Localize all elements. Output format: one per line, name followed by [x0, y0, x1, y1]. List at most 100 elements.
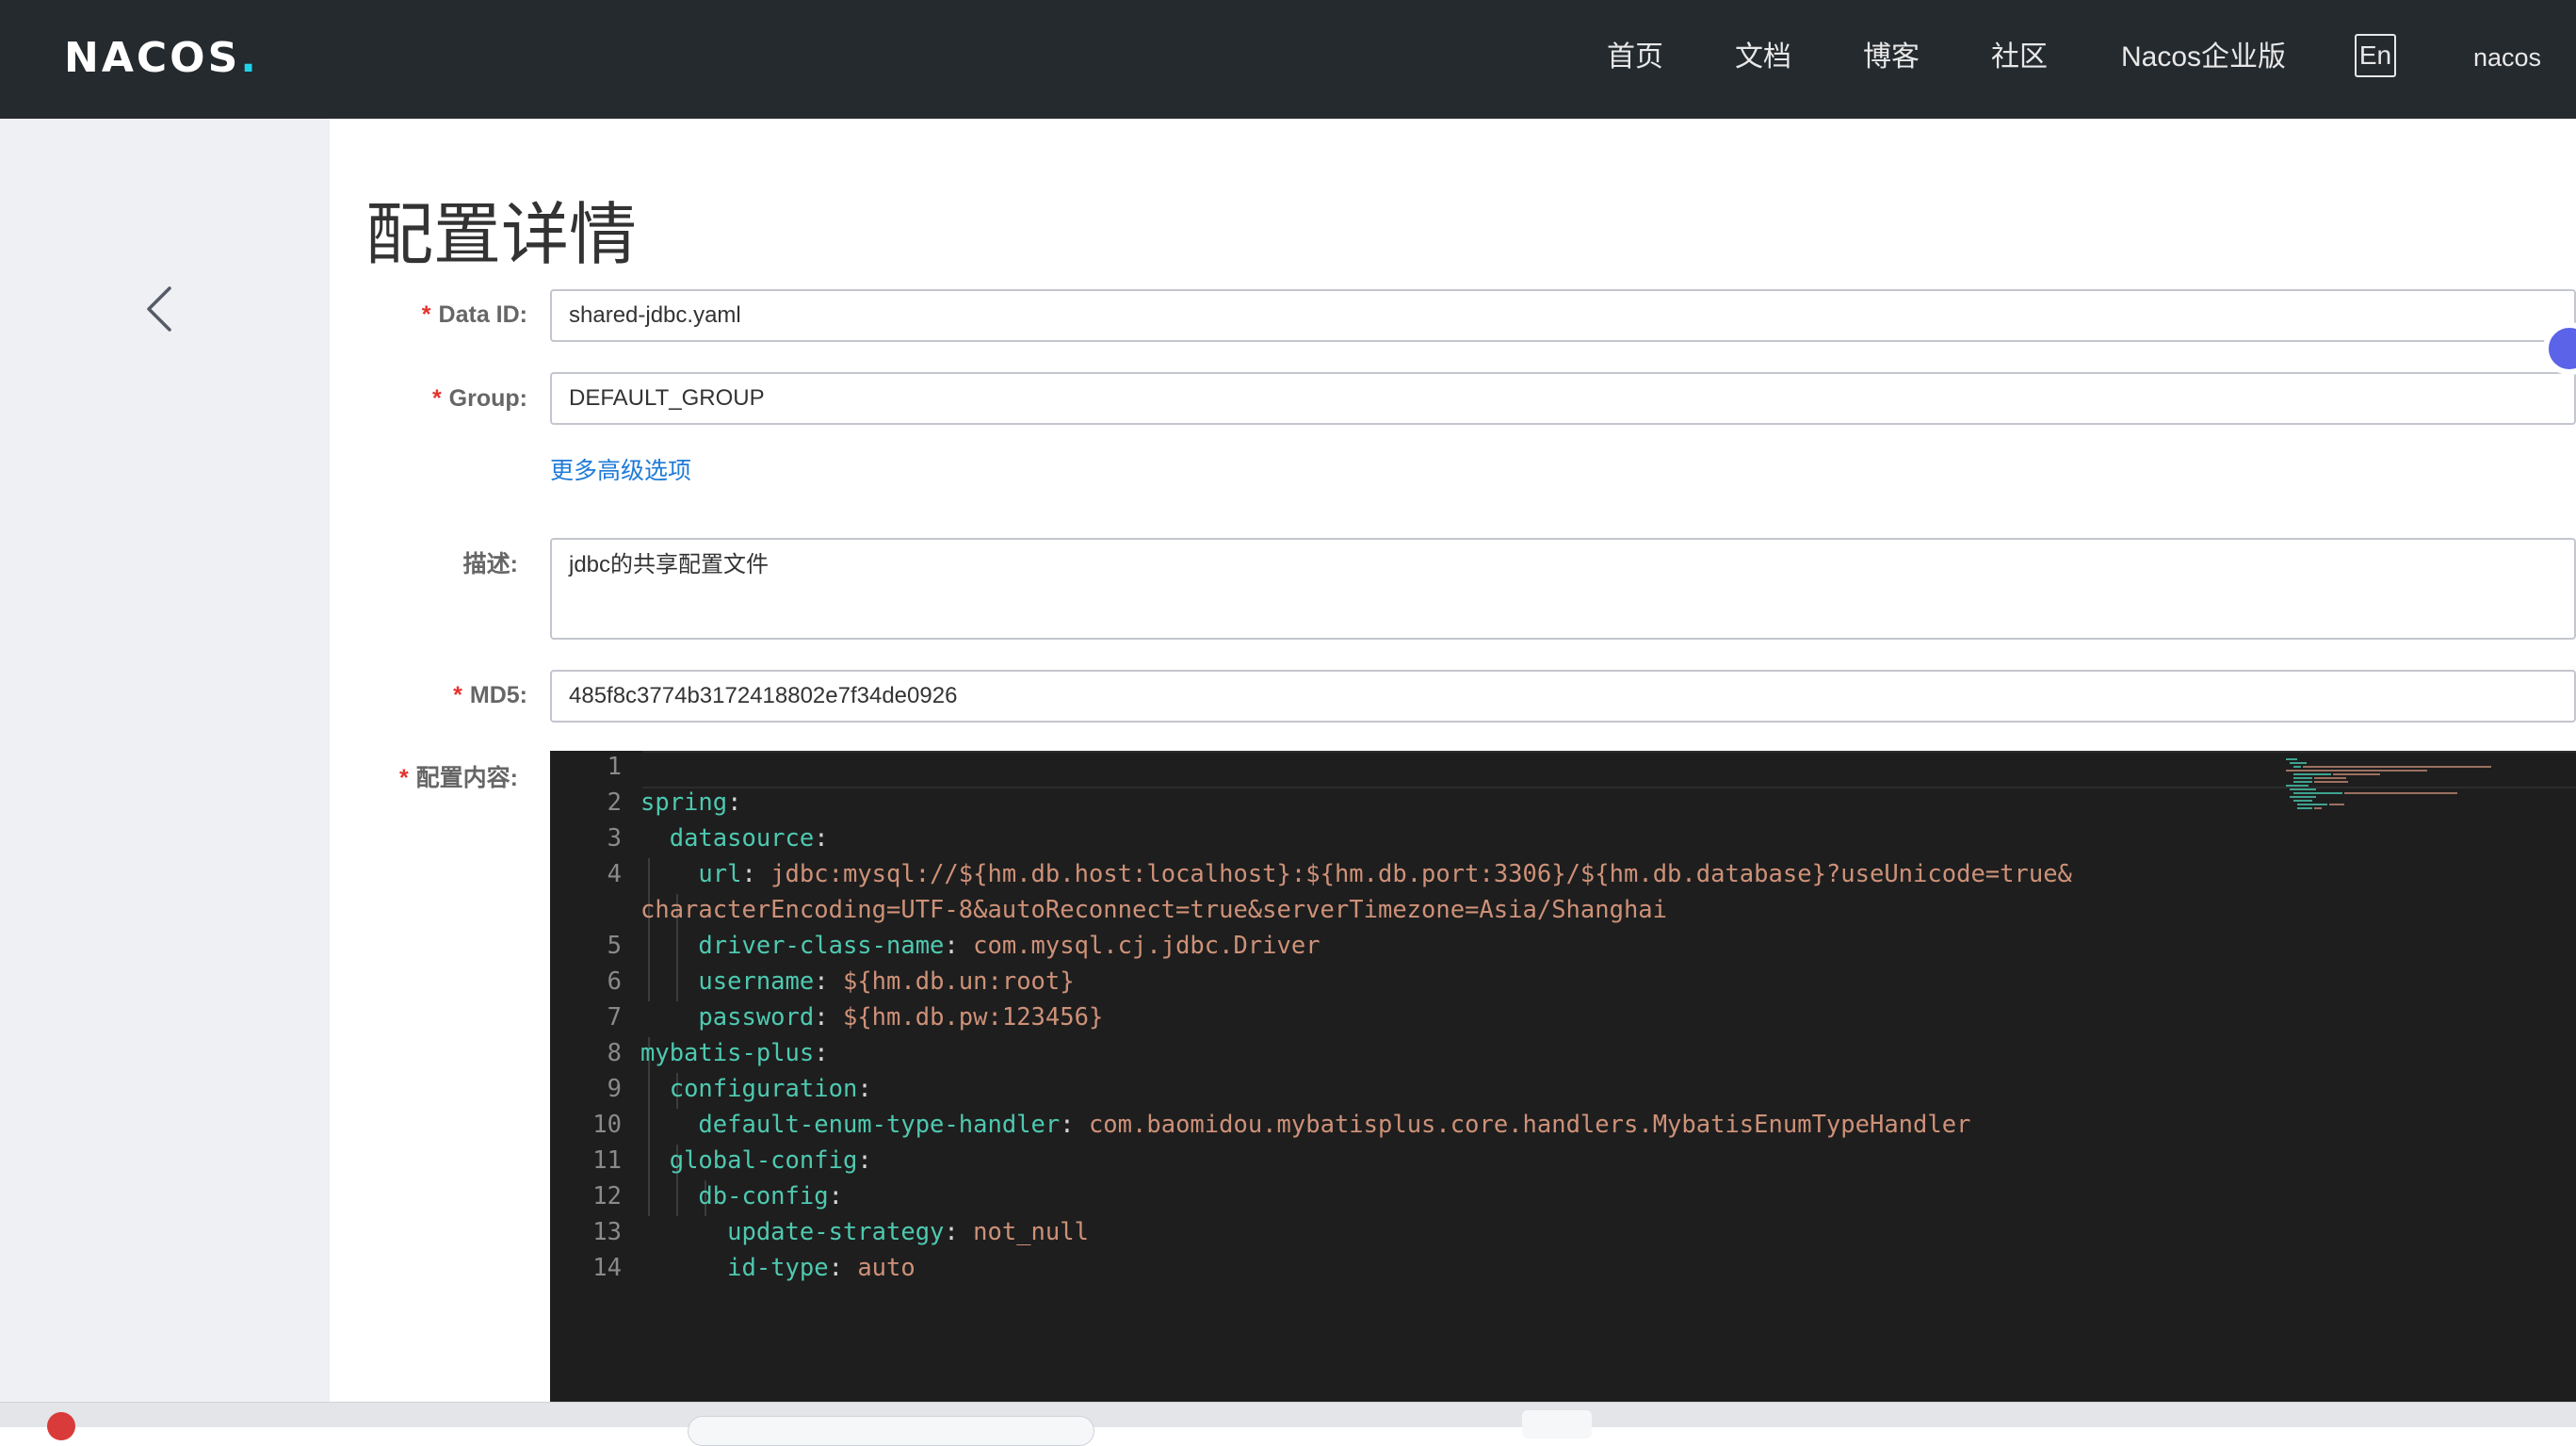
code-line: 11 global-config:	[550, 1143, 2576, 1178]
yaml-key: global-config	[669, 1146, 858, 1175]
code-text: spring:	[640, 785, 741, 820]
yaml-key: driver-class-name	[698, 932, 945, 960]
yaml-value: not_null	[973, 1218, 1089, 1246]
line-number: 7	[607, 1003, 622, 1032]
main-nav: 首页 文档 博客 社区 Nacos企业版 En nacos	[0, 0, 2576, 119]
line-number: 1	[607, 753, 622, 781]
yaml-colon: :	[828, 1182, 843, 1210]
nav-home[interactable]: 首页	[1607, 36, 1663, 79]
language-toggle-button[interactable]: En	[2355, 34, 2396, 77]
yaml-value: com.mysql.cj.jdbc.Driver	[973, 932, 1320, 960]
line-number: 9	[607, 1075, 622, 1103]
code-text: configuration:	[640, 1071, 872, 1107]
code-text: driver-class-name: com.mysql.cj.jdbc.Dri…	[640, 928, 1320, 964]
line-number: 8	[607, 1039, 622, 1067]
line-number: 4	[607, 860, 622, 888]
yaml-key: update-strategy	[727, 1218, 945, 1246]
code-text: id-type: auto	[640, 1250, 915, 1286]
md5-field[interactable]: 485f8c3774b3172418802e7f34de0926	[550, 670, 2576, 723]
code-line: 6 username: ${hm.db.un:root}	[550, 964, 2576, 999]
yaml-value: jdbc:mysql://${hm.db.host:localhost}:${h…	[770, 860, 2072, 888]
required-mark: *	[398, 765, 409, 791]
code-text: update-strategy: not_null	[640, 1214, 1089, 1250]
yaml-key: password	[698, 1003, 815, 1032]
nav-docs[interactable]: 文档	[1735, 36, 1791, 79]
yaml-key: default-enum-type-handler	[698, 1111, 1061, 1139]
yaml-colon: :	[741, 860, 756, 888]
chevron-left-icon[interactable]	[141, 281, 179, 337]
yaml-key: configuration	[669, 1075, 858, 1103]
taskbar-button[interactable]	[1522, 1410, 1592, 1438]
content-label: * 配置内容:	[348, 755, 518, 802]
yaml-colon: :	[814, 967, 829, 996]
code-text: url: jdbc:mysql://${hm.db.host:localhost…	[640, 856, 2072, 892]
yaml-colon: :	[944, 932, 959, 960]
yaml-colon: :	[1060, 1111, 1075, 1139]
code-text: datasource:	[640, 820, 829, 856]
required-mark: *	[421, 301, 431, 328]
data-id-label-text: Data ID:	[438, 301, 527, 328]
line-number: 6	[607, 967, 622, 996]
yaml-colon: :	[727, 788, 742, 817]
code-text: username: ${hm.db.un:root}	[640, 964, 1074, 999]
sidebar	[0, 119, 330, 1402]
md5-label: * MD5:	[358, 672, 527, 719]
line-number: 3	[607, 824, 622, 853]
code-text: default-enum-type-handler: com.baomidou.…	[640, 1107, 1970, 1143]
username-label[interactable]: nacos	[2473, 36, 2541, 79]
data-id-label: * Data ID:	[358, 291, 527, 338]
yaml-value: ${hm.db.pw:123456}	[842, 1003, 1104, 1032]
page-title: 配置详情	[365, 198, 638, 273]
nav-community[interactable]: 社区	[1991, 36, 2048, 79]
line-number: 5	[607, 932, 622, 960]
line-number: 14	[592, 1254, 622, 1282]
code-line: 8 mybatis-plus:	[550, 1035, 2576, 1071]
notification-badge-icon[interactable]	[47, 1412, 75, 1440]
code-line: 3 datasource:	[550, 820, 2576, 856]
yaml-colon: :	[944, 1218, 959, 1246]
content-label-text: 配置内容:	[415, 765, 518, 791]
yaml-colon: :	[814, 1003, 829, 1032]
advanced-options-link[interactable]: 更多高级选项	[550, 450, 691, 492]
group-label: * Group:	[358, 375, 527, 422]
taskbar-search-box[interactable]	[688, 1416, 1094, 1446]
data-id-field[interactable]: shared-jdbc.yaml	[550, 289, 2576, 342]
code-line: 14 id-type: auto	[550, 1250, 2576, 1286]
code-line: 12 db-config:	[550, 1178, 2576, 1214]
code-line: 13 update-strategy: not_null	[550, 1214, 2576, 1250]
yaml-key: db-config	[698, 1182, 829, 1210]
code-text: mybatis-plus:	[640, 1035, 829, 1071]
description-field[interactable]: jdbc的共享配置文件	[550, 538, 2576, 640]
nav-enterprise[interactable]: Nacos企业版	[2121, 36, 2286, 79]
code-line: 4 url: jdbc:mysql://${hm.db.host:localho…	[550, 856, 2576, 892]
config-content-editor[interactable]: 1 2 spring: 3 datasource: 4 url: jdbc:mysql:…	[550, 751, 2576, 1402]
yaml-key: url	[698, 860, 742, 888]
yaml-colon: :	[828, 1254, 843, 1282]
code-line: 9 configuration:	[550, 1071, 2576, 1107]
yaml-key: spring	[640, 788, 728, 817]
code-line: 1	[550, 751, 2576, 785]
group-label-text: Group:	[448, 385, 527, 412]
md5-label-text: MD5:	[469, 682, 527, 708]
yaml-colon: :	[857, 1075, 872, 1103]
required-mark: *	[431, 385, 442, 412]
code-text: password: ${hm.db.pw:123456}	[640, 999, 1103, 1035]
bottom-taskbar	[0, 1402, 2576, 1446]
yaml-colon: :	[857, 1146, 872, 1175]
yaml-key: id-type	[727, 1254, 829, 1282]
line-number: 12	[592, 1182, 622, 1210]
editor-minimap	[2286, 758, 2491, 809]
yaml-colon: :	[814, 824, 829, 853]
group-field[interactable]: DEFAULT_GROUP	[550, 372, 2576, 425]
nav-blog[interactable]: 博客	[1863, 36, 1920, 79]
code-line: 7 password: ${hm.db.pw:123456}	[550, 999, 2576, 1035]
